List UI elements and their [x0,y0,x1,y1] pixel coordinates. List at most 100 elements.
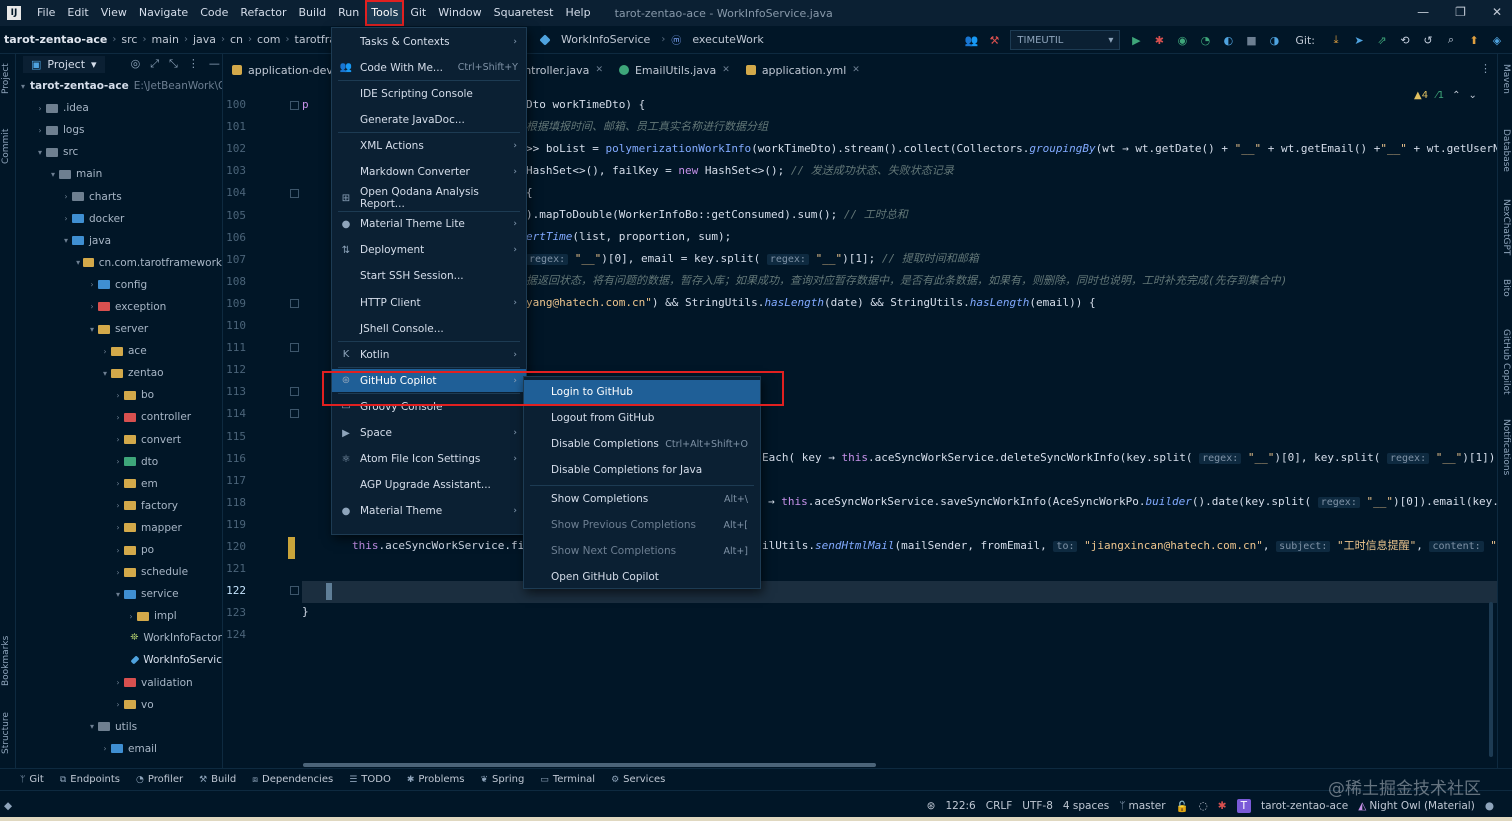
menu-edit[interactable]: Edit [61,0,94,26]
menu-refactor[interactable]: Refactor [234,0,292,26]
notifications-tool-tab[interactable]: Notifications [1501,419,1511,475]
tree-node[interactable]: ▾ server [17,318,222,340]
tree-node[interactable]: › charts [17,185,222,207]
expand-arrow-icon[interactable]: › [112,391,124,400]
fold-icon[interactable] [290,586,299,595]
caret-position[interactable]: 122:6 [945,800,975,812]
locate-icon[interactable]: ◎ [131,57,141,71]
debug-icon[interactable]: ✱ [1152,33,1166,47]
tree-node[interactable]: ▾ main [17,163,222,185]
bito-tool-tab[interactable]: Bito [1501,279,1511,297]
tools-menu-item[interactable]: Generate JavaDoc... [332,108,526,131]
tab-4[interactable]: application.yml ✕ [738,59,868,81]
menu-build[interactable]: Build [293,0,333,26]
hide-icon[interactable]: — [209,57,220,71]
bottom-tool-dependencies[interactable]: ⧈ Dependencies [252,774,333,785]
settings-icon[interactable]: ◈ [1490,33,1504,47]
bottom-tool-profiler[interactable]: ◔ Profiler [136,774,183,785]
expand-arrow-icon[interactable]: › [86,280,98,289]
github-copilot-tool-tab[interactable]: GitHub Copilot [1501,329,1511,395]
tree-node[interactable]: › impl [17,605,222,627]
menu-help[interactable]: Help [559,0,596,26]
tree-node[interactable]: › validation [17,672,222,694]
menu-window[interactable]: Window [432,0,487,26]
chevron-up-icon[interactable]: ⌃ [1452,90,1460,101]
copilot-status-icon[interactable]: ◌ [1199,800,1208,812]
expand-arrow-icon[interactable]: › [112,523,124,532]
structure-tool-tab[interactable]: Structure [1,712,11,754]
tools-menu-item[interactable]: 👥 Code With Me... Ctrl+Shift+Y [332,56,526,79]
history-icon[interactable]: ⟲ [1398,33,1412,47]
expand-arrow-icon[interactable]: › [112,479,124,488]
tree-node[interactable]: › email [17,738,222,760]
project-tool-tab[interactable]: Project [1,63,11,94]
expand-arrow-icon[interactable]: ▾ [99,369,111,378]
crumb-method[interactable]: executeWork [687,33,768,46]
lock-icon[interactable]: 🔓 [1176,800,1189,813]
bottom-tool-problems[interactable]: ✱ Problems [407,774,465,785]
tree-node[interactable]: ▾ java [17,230,222,252]
tree-node[interactable]: › ace [17,340,222,362]
crumb-4[interactable]: cn [225,33,248,46]
coverage-icon[interactable]: ◉ [1175,33,1189,47]
vertical-scrollbar[interactable] [1489,602,1493,757]
tree-node[interactable]: › controller [17,406,222,428]
expand-arrow-icon[interactable]: › [112,413,124,422]
tree-node[interactable]: WorkInfoServic [17,649,222,671]
tools-menu-item[interactable]: Start SSH Session... [332,265,526,288]
copilot-menu-item[interactable]: Disable Completions Ctrl+Alt+Shift+O [524,432,760,456]
git-push-icon[interactable]: ⇗ [1375,33,1389,47]
copilot-menu-item[interactable]: Open GitHub Copilot [524,565,760,589]
tools-menu-item[interactable]: K Kotlin › [332,343,526,366]
tools-menu-item[interactable]: ⚛ Atom File Icon Settings › [332,448,526,471]
crumb-3[interactable]: java [188,33,221,46]
menu-run[interactable]: Run [332,0,365,26]
tab-3[interactable]: EmailUtils.java ✕ [611,59,738,81]
line-separator[interactable]: CRLF [986,800,1013,812]
weak-warning-count[interactable]: ⁄1 [1436,90,1444,101]
chevron-down-icon[interactable]: ⌄ [1469,90,1477,101]
menu-code[interactable]: Code [194,0,234,26]
expand-arrow-icon[interactable]: › [86,302,98,311]
expand-arrow-icon[interactable]: › [34,104,46,113]
expand-arrow-icon[interactable]: › [99,744,111,753]
copilot-menu-item[interactable]: Logout from GitHub [524,406,760,430]
menu-navigate[interactable]: Navigate [133,0,194,26]
tools-menu-item[interactable]: ● Material Theme Lite › [332,213,526,236]
copilot-menu-item[interactable]: Show Completions Alt+\ [524,487,760,511]
tools-menu-item[interactable]: HTTP Client › [332,291,526,314]
expand-arrow-icon[interactable]: › [112,700,124,709]
bottom-tool-spring[interactable]: ❦ Spring [480,774,524,785]
bottom-tool-git[interactable]: ᛘ Git [20,774,44,785]
menu-file[interactable]: File [31,0,61,26]
user-icon[interactable]: 👥 [964,33,979,47]
menu-squaretest[interactable]: Squaretest [488,0,560,26]
tree-node[interactable]: › config [17,274,222,296]
bottom-tool-services[interactable]: ⚙ Services [611,774,665,785]
close-window-button[interactable]: ✕ [1492,0,1502,24]
tree-node[interactable]: ▾ zentao [17,362,222,384]
crumb-1[interactable]: src [116,33,142,46]
git-update-icon[interactable]: ⤓ [1329,33,1343,47]
crumb-2[interactable]: main [146,33,183,46]
profile-icon[interactable]: ◔ [1198,33,1212,47]
theme-switcher[interactable]: ◭ Night Owl (Material) [1358,800,1475,812]
expand-arrow-icon[interactable]: › [112,546,124,555]
bottom-tool-todo[interactable]: ☰ TODO [349,774,391,785]
crumb-0[interactable]: tarot-zentao-ace [0,33,112,46]
tools-menu-item[interactable]: AGP Upgrade Assistant... [332,474,526,497]
fold-icon[interactable] [290,409,299,418]
close-icon[interactable]: ✕ [852,65,860,75]
expand-arrow-icon[interactable]: ▾ [86,325,98,334]
tree-node[interactable]: › logs [17,119,222,141]
bottom-tool-endpoints[interactable]: ⧉ Endpoints [60,774,120,785]
tree-node[interactable]: › dto [17,451,222,473]
fold-icon[interactable] [290,343,299,352]
tree-node[interactable]: › schedule [17,561,222,583]
expand-arrow-icon[interactable]: › [112,678,124,687]
tree-node[interactable]: ▾ src [17,141,222,163]
tools-menu-item[interactable]: ⊞ Open Qodana Analysis Report... [332,186,526,210]
database-tool-tab[interactable]: Database [1501,129,1511,172]
rollback-icon[interactable]: ↺ [1421,33,1435,47]
tree-node[interactable]: ▾ cn.com.tarotframework [17,252,222,274]
